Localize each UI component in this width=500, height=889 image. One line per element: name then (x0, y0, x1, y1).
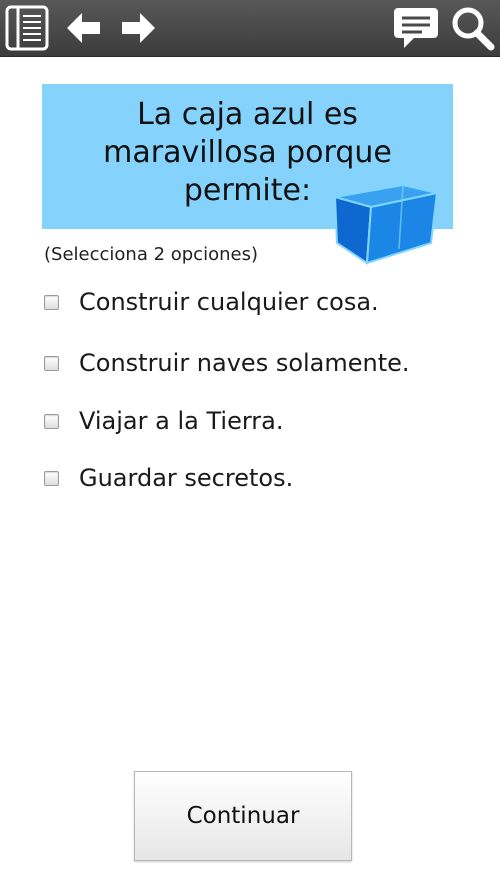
option-label: Construir naves solamente. (79, 349, 410, 377)
option-item[interactable]: Construir naves solamente. (44, 346, 464, 380)
top-toolbar (0, 0, 500, 57)
comment-icon[interactable] (392, 4, 440, 54)
option-item[interactable]: Guardar secretos. (44, 461, 464, 495)
question-title-line: maravillosa porque (103, 135, 392, 170)
option-item[interactable]: Viajar a la Tierra. (44, 404, 464, 438)
blue-box-icon (333, 183, 439, 271)
forward-arrow-icon[interactable] (118, 4, 158, 52)
option-checkbox[interactable] (44, 413, 59, 429)
selection-hint: (Selecciona 2 opciones) (44, 244, 258, 265)
option-item[interactable]: Construir cualquier cosa. (44, 285, 464, 319)
option-label: Viajar a la Tierra. (79, 407, 284, 435)
search-icon[interactable] (450, 4, 496, 52)
option-checkbox[interactable] (44, 470, 59, 486)
back-arrow-icon[interactable] (64, 4, 104, 52)
option-checkbox[interactable] (44, 294, 59, 310)
question-title-line: La caja azul es (137, 97, 358, 132)
menu-list-icon[interactable] (4, 4, 50, 52)
option-label: Construir cualquier cosa. (79, 288, 379, 316)
continue-button[interactable]: Continuar (134, 771, 352, 861)
option-label: Guardar secretos. (79, 464, 294, 492)
option-checkbox[interactable] (44, 355, 59, 371)
